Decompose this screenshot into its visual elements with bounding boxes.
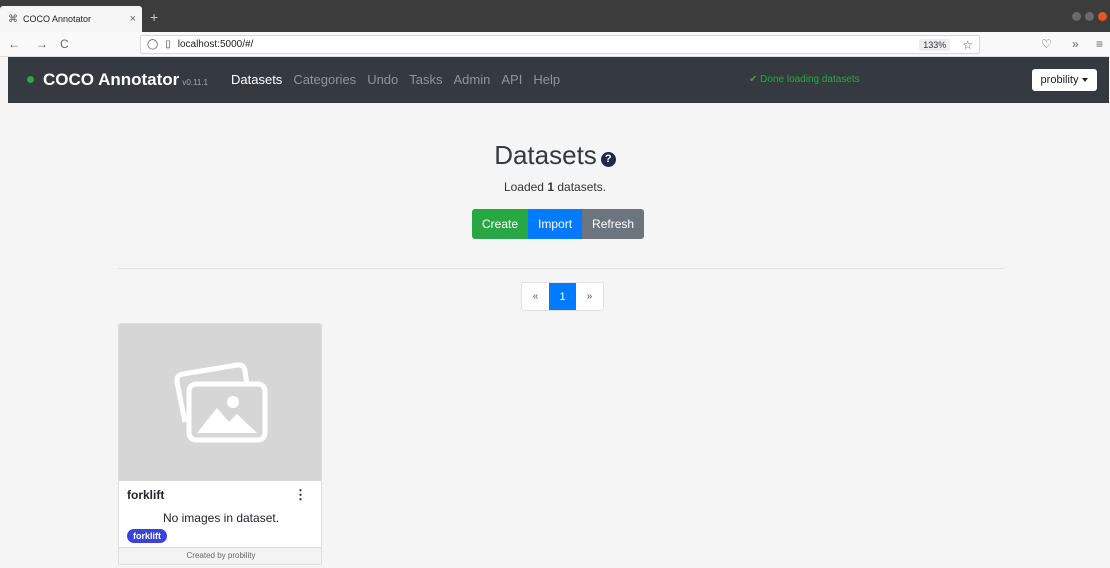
kebab-menu-icon[interactable]: ⋮ bbox=[294, 488, 307, 501]
forward-button[interactable]: → bbox=[36, 37, 48, 51]
dataset-created-by: Created by probility bbox=[119, 547, 321, 564]
reload-button[interactable]: C bbox=[60, 37, 69, 51]
category-tag: forklift bbox=[127, 529, 167, 543]
maximize-window-button[interactable] bbox=[1085, 12, 1094, 21]
address-bar[interactable]: ◯ ▯ localhost:5000/#/ 133% ☆ bbox=[140, 35, 980, 54]
brand[interactable]: COCO Annotator v0.11.1 bbox=[43, 70, 208, 90]
brand-name: COCO Annotator bbox=[43, 70, 180, 89]
loaded-count-text: Loaded 1 datasets. bbox=[0, 180, 1110, 194]
connection-status-dot bbox=[27, 76, 34, 83]
nav-tasks[interactable]: Tasks bbox=[409, 72, 442, 87]
user-name: probility bbox=[1040, 74, 1079, 86]
favicon-icon: ⌘ bbox=[8, 13, 18, 25]
tab-close-button[interactable]: × bbox=[130, 13, 136, 25]
create-button[interactable]: Create bbox=[472, 209, 529, 239]
dataset-card[interactable]: forklift ⋮ No images in dataset. forklif… bbox=[118, 323, 322, 565]
nav-help[interactable]: Help bbox=[533, 72, 560, 87]
overflow-button[interactable]: » bbox=[1072, 37, 1079, 51]
pagination-page-1[interactable]: 1 bbox=[549, 283, 576, 310]
caret-down-icon bbox=[1082, 78, 1089, 82]
nav-undo[interactable]: Undo bbox=[367, 72, 398, 87]
user-dropdown[interactable]: probility bbox=[1032, 69, 1097, 91]
shield-icon: ◯ bbox=[147, 39, 159, 50]
page-title: Datasets? bbox=[0, 140, 1110, 171]
tab-title: COCO Annotator bbox=[23, 14, 92, 24]
loading-status: ✔ Done loading datasets bbox=[749, 74, 860, 85]
loaded-count: 1 bbox=[547, 180, 555, 194]
close-window-button[interactable] bbox=[1098, 12, 1107, 21]
nav-api[interactable]: API bbox=[501, 72, 522, 87]
nav-categories[interactable]: Categories bbox=[293, 72, 356, 87]
divider bbox=[118, 268, 1004, 269]
image-placeholder-icon bbox=[174, 362, 268, 443]
browser-tab[interactable]: ⌘ COCO Annotator × bbox=[0, 6, 142, 32]
page-title-text: Datasets bbox=[494, 140, 597, 170]
loaded-suffix: datasets. bbox=[554, 180, 607, 194]
pagination: « 1 » bbox=[521, 282, 604, 311]
pocket-icon[interactable]: ♡ bbox=[1041, 37, 1052, 51]
pagination-first[interactable]: « bbox=[522, 283, 549, 310]
new-tab-button[interactable]: + bbox=[150, 9, 158, 25]
loaded-prefix: Loaded bbox=[503, 180, 548, 194]
refresh-button[interactable]: Refresh bbox=[582, 209, 645, 239]
url-text: localhost:5000/#/ bbox=[177, 39, 254, 50]
dataset-empty-message: No images in dataset. bbox=[162, 511, 280, 525]
main-nav: Datasets Categories Undo Tasks Admin API… bbox=[231, 72, 560, 87]
pagination-last[interactable]: » bbox=[576, 283, 603, 310]
back-button[interactable]: ← bbox=[8, 37, 20, 51]
minimize-window-button[interactable] bbox=[1072, 12, 1081, 21]
version-label: v0.11.1 bbox=[182, 78, 208, 87]
browser-toolbar: ← → C ◯ ▯ localhost:5000/#/ 133% ☆ ♡ » ≡ bbox=[0, 32, 1110, 57]
dataset-name[interactable]: forklift bbox=[127, 488, 164, 502]
dataset-thumbnail[interactable] bbox=[119, 324, 321, 481]
menu-button[interactable]: ≡ bbox=[1096, 37, 1103, 51]
bookmark-star-icon[interactable]: ☆ bbox=[962, 38, 973, 52]
page-icon: ▯ bbox=[165, 39, 171, 50]
help-icon[interactable]: ? bbox=[600, 151, 616, 167]
import-button[interactable]: Import bbox=[528, 209, 583, 239]
dataset-actions: Create Import Refresh bbox=[472, 209, 645, 239]
zoom-level-badge[interactable]: 133% bbox=[919, 38, 951, 51]
nav-datasets[interactable]: Datasets bbox=[231, 72, 282, 87]
browser-tab-bar: ⌘ COCO Annotator × + bbox=[0, 0, 1110, 32]
nav-admin[interactable]: Admin bbox=[454, 72, 491, 87]
app-navbar: COCO Annotator v0.11.1 Datasets Categorie… bbox=[8, 57, 1109, 103]
